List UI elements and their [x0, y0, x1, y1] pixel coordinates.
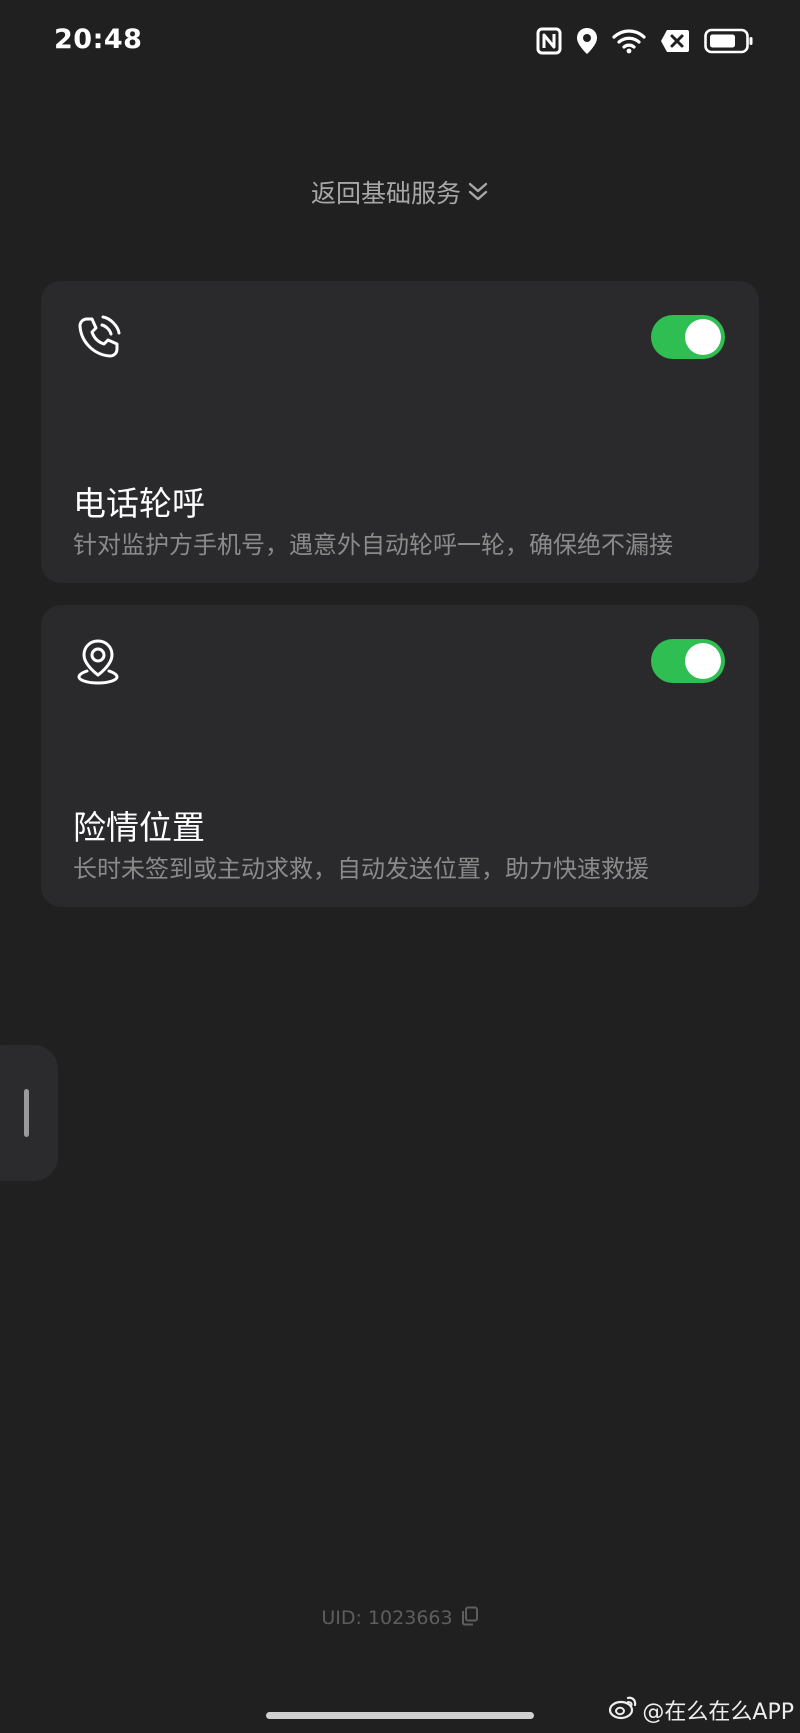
back-to-basic-services[interactable]: 返回基础服务 [0, 170, 800, 214]
card-description: 长时未签到或主动求救，自动发送位置，助力快速救援 [73, 855, 649, 883]
uid-row: UID: 1023663 [0, 1604, 800, 1632]
status-bar: 20:48 [0, 0, 800, 84]
weibo-icon [608, 1694, 638, 1726]
card-emergency-location: 险情位置 长时未签到或主动求救，自动发送位置，助力快速救援 [41, 605, 759, 907]
back-basic-label: 返回基础服务 [310, 179, 461, 208]
card-title: 险情位置 [73, 808, 205, 847]
emergency-location-toggle[interactable] [651, 639, 725, 683]
sim-no-signal-icon [660, 29, 690, 53]
toggle-knob [685, 319, 721, 355]
status-time: 20:48 [54, 24, 143, 55]
home-indicator[interactable] [266, 1712, 534, 1719]
card-title: 电话轮呼 [73, 484, 205, 523]
phone-call-icon [73, 313, 123, 363]
battery-icon [704, 28, 754, 54]
location-icon [576, 27, 598, 55]
drag-handle-bar [24, 1089, 29, 1137]
copy-icon[interactable] [461, 1606, 479, 1631]
uid-text: UID: 1023663 [321, 1607, 453, 1629]
status-icons [536, 24, 754, 58]
watermark: @在么在么APP [608, 1694, 794, 1726]
toggle-knob [685, 643, 721, 679]
nfc-icon [536, 27, 562, 55]
card-phone-call-rotation: 电话轮呼 针对监护方手机号，遇意外自动轮呼一轮，确保绝不漏接 [41, 281, 759, 583]
card-description: 针对监护方手机号，遇意外自动轮呼一轮，确保绝不漏接 [73, 531, 673, 559]
watermark-text: @在么在么APP [642, 1700, 794, 1725]
location-pin-icon [73, 637, 123, 687]
side-drag-handle[interactable] [0, 1045, 58, 1181]
double-chevron-down-icon [467, 181, 489, 203]
wifi-icon [612, 28, 646, 54]
phone-call-rotation-toggle[interactable] [651, 315, 725, 359]
